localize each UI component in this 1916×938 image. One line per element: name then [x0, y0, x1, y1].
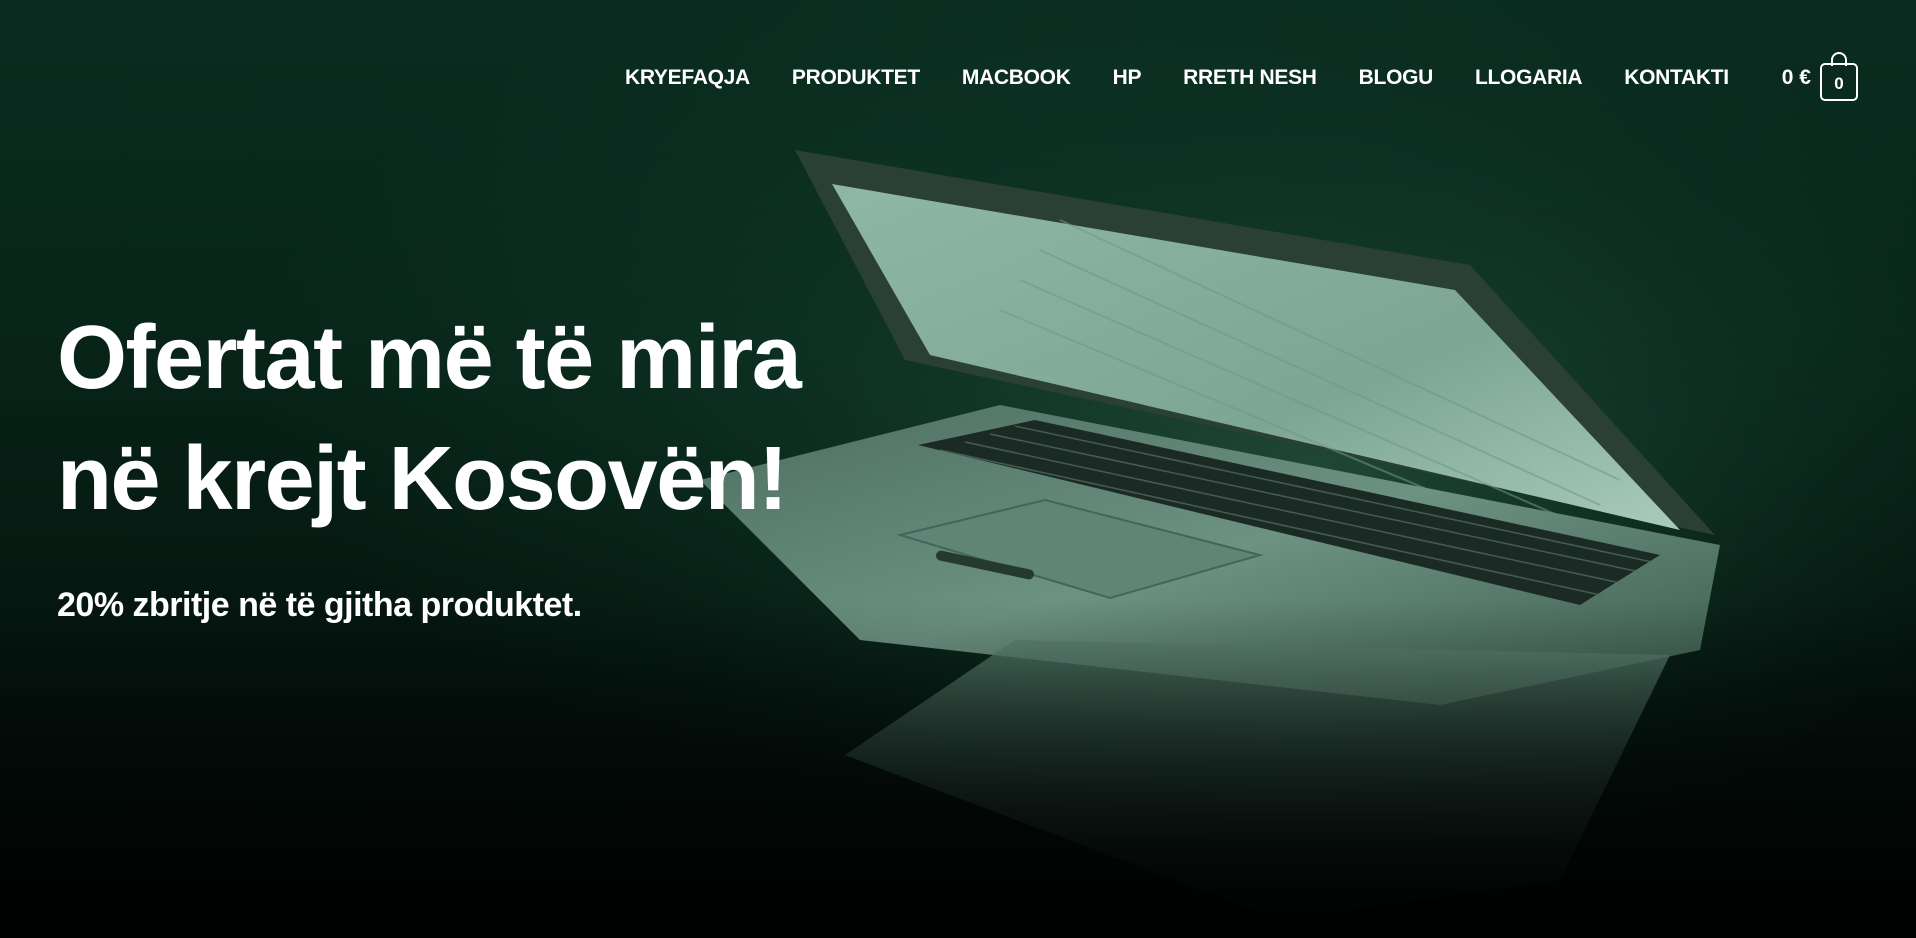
hero-section: KRYEFAQJA PRODUKTET MACBOOK HP RRETH NES… — [0, 0, 1916, 938]
cart-count-badge: 0 — [1834, 73, 1844, 93]
hero-title-line-2: në krejt Kosovën! — [57, 429, 788, 529]
main-navigation: KRYEFAQJA PRODUKTET MACBOOK HP RRETH NES… — [604, 0, 1916, 155]
nav-item-products[interactable]: PRODUKTET — [771, 66, 941, 90]
nav-item-about[interactable]: RRETH NESH — [1162, 66, 1338, 90]
shopping-bag-icon[interactable]: 0 — [1820, 51, 1858, 101]
nav-menu: KRYEFAQJA PRODUKTET MACBOOK HP RRETH NES… — [604, 66, 1750, 90]
nav-item-contact[interactable]: KONTAKTI — [1603, 66, 1750, 90]
nav-item-account[interactable]: LLOGARIA — [1454, 66, 1603, 90]
nav-item-blog[interactable]: BLOGU — [1338, 66, 1454, 90]
cart-button[interactable]: 0 € 0 — [1781, 51, 1858, 101]
cart-total: 0 € — [1781, 65, 1811, 89]
nav-item-macbook[interactable]: MACBOOK — [941, 66, 1092, 90]
hero-title-line-1: Ofertat më të mira — [57, 308, 802, 408]
hero-subtitle: 20% zbritje në të gjitha produktet. — [57, 586, 582, 624]
hero-content: Ofertat më të mira në krejt Kosovën! 20%… — [57, 298, 957, 625]
hero-title: Ofertat më të mira në krejt Kosovën! — [57, 298, 957, 540]
nav-item-hp[interactable]: HP — [1092, 66, 1163, 90]
nav-item-home[interactable]: KRYEFAQJA — [604, 66, 771, 90]
